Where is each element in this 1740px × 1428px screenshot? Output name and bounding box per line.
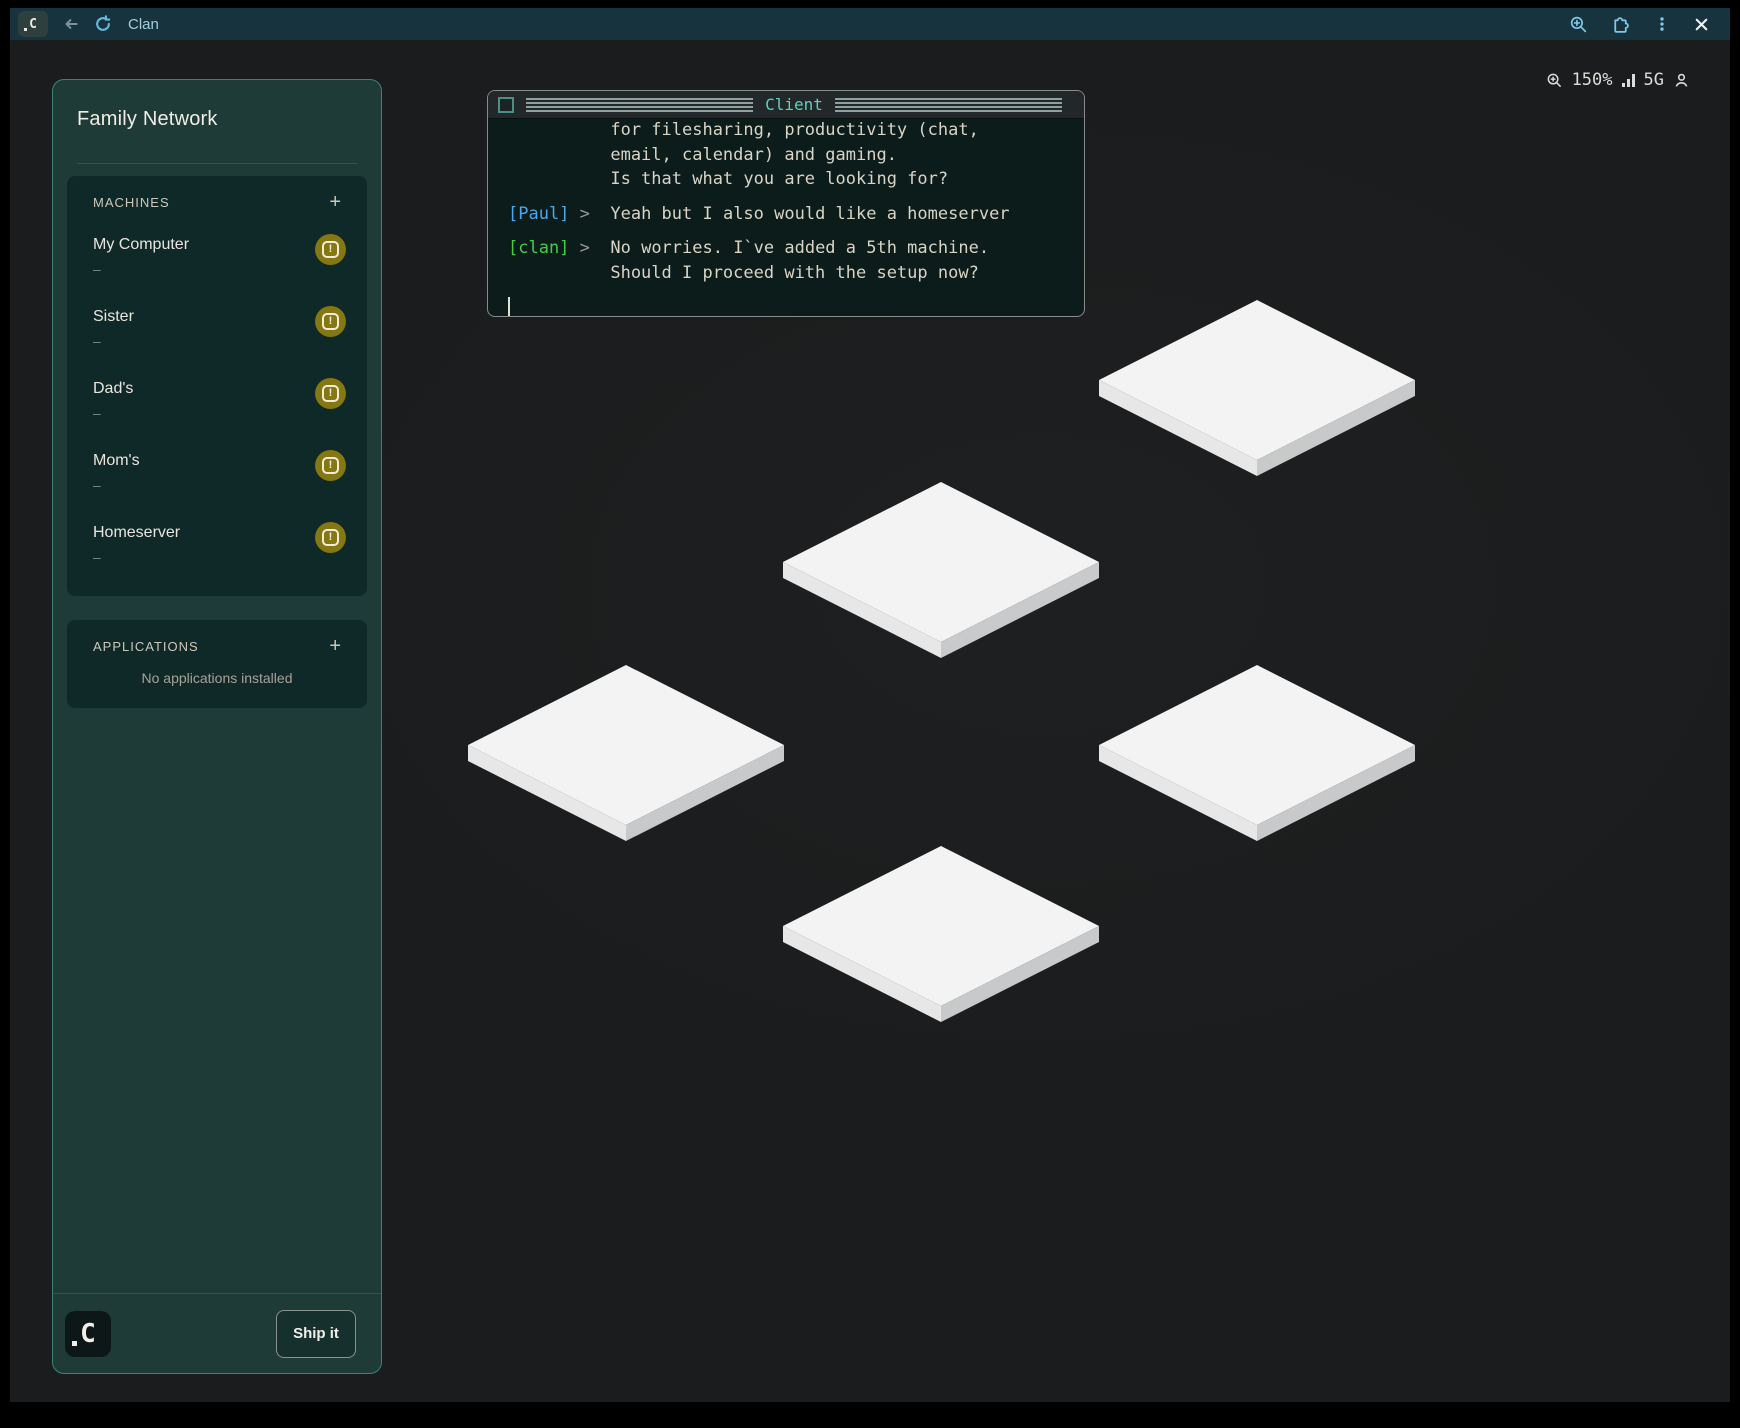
machine-subtext: – <box>93 333 341 349</box>
close-window-icon[interactable] <box>1693 16 1710 33</box>
warning-status-icon: ! <box>315 522 346 553</box>
machine-tile[interactable] <box>783 482 1099 658</box>
applications-empty-text: No applications installed <box>93 670 341 686</box>
warning-status-icon: ! <box>315 378 346 409</box>
sidebar-title: Family Network <box>77 108 357 131</box>
machine-item[interactable]: Dad's–! <box>93 368 341 440</box>
terminal-line: email, calendar) and gaming. <box>508 143 1084 168</box>
applications-panel: APPLICATIONS + No applications installed <box>67 620 367 708</box>
applications-header: APPLICATIONS <box>93 639 199 654</box>
text-cursor <box>508 297 510 316</box>
sidebar-footer: C Ship it <box>53 1293 381 1373</box>
machines-header: MACHINES <box>93 195 170 210</box>
machine-item[interactable]: My Computer–! <box>93 224 341 296</box>
machine-subtext: – <box>93 405 341 421</box>
machine-subtext: – <box>93 477 341 493</box>
machine-name: My Computer <box>93 236 341 254</box>
machine-item[interactable]: Sister–! <box>93 296 341 368</box>
machines-panel: MACHINES + My Computer–!Sister–!Dad's–!M… <box>67 176 367 596</box>
speaker-prefix: [Paul] <box>508 204 569 224</box>
family-network-sidebar: Family Network MACHINES + My Computer–!S… <box>52 79 382 1374</box>
add-application-button[interactable]: + <box>329 638 341 654</box>
titlebar-stripes <box>526 98 753 112</box>
machine-name: Dad's <box>93 380 341 398</box>
terminal-line: [clan] > No worries. I`ve added a 5th ma… <box>508 236 1084 261</box>
status-overlay: 150% 5G <box>1546 70 1690 90</box>
message-text: Should I proceed with the setup now? <box>508 263 979 283</box>
machine-tile[interactable] <box>1099 300 1415 476</box>
machine-tile[interactable] <box>1099 665 1415 841</box>
message-text: email, calendar) and gaming. <box>508 145 897 165</box>
machine-tile[interactable] <box>468 665 784 841</box>
zoom-magnifier-icon <box>1546 72 1563 89</box>
terminal-titlebar[interactable]: Client <box>488 91 1084 119</box>
terminal-close-box[interactable] <box>498 97 514 113</box>
zoom-in-icon[interactable] <box>1569 15 1588 34</box>
person-icon[interactable] <box>1673 72 1690 89</box>
clan-logo-icon: C <box>65 1311 111 1357</box>
message-text: for filesharing, productivity (chat, <box>508 120 979 140</box>
message-text: Is that what you are looking for? <box>508 169 948 189</box>
machine-name: Sister <box>93 308 341 326</box>
machine-name: Homeserver <box>93 524 341 542</box>
back-arrow-icon[interactable] <box>62 15 80 33</box>
machine-name: Mom's <box>93 452 341 470</box>
machine-tile[interactable] <box>783 846 1099 1022</box>
divider <box>77 163 357 164</box>
titlebar-stripes <box>835 98 1062 112</box>
client-terminal-window: Client for filesharing, productivity (ch… <box>487 90 1085 317</box>
extensions-puzzle-icon[interactable] <box>1610 14 1631 35</box>
warning-status-icon: ! <box>315 306 346 337</box>
machine-subtext: – <box>93 261 341 277</box>
terminal-line: [Paul] > Yeah but I also would like a ho… <box>508 202 1084 227</box>
terminal-body[interactable]: for filesharing, productivity (chat, ema… <box>488 119 1084 316</box>
machine-item[interactable]: Mom's–! <box>93 440 341 512</box>
network-label: 5G <box>1644 70 1664 90</box>
refresh-icon[interactable] <box>94 15 112 33</box>
clan-favicon-icon: C <box>18 11 48 37</box>
terminal-line: for filesharing, productivity (chat, <box>508 119 1084 143</box>
terminal-line: Should I proceed with the setup now? <box>508 261 1084 286</box>
sidebar-header: Family Network <box>53 80 381 164</box>
tab-title: Clan <box>128 16 159 33</box>
ship-it-button[interactable]: Ship it <box>276 1310 356 1358</box>
message-text: No worries. I`ve added a 5th machine. <box>610 238 989 258</box>
browser-chrome-bar: C Clan <box>10 8 1730 40</box>
warning-status-icon: ! <box>315 450 346 481</box>
add-machine-button[interactable]: + <box>329 194 341 210</box>
message-text: Yeah but I also would like a homeserver <box>610 204 1009 224</box>
machines-list: My Computer–!Sister–!Dad's–!Mom's–!Homes… <box>93 224 341 584</box>
zoom-level: 150% <box>1572 70 1613 90</box>
machine-subtext: – <box>93 549 341 565</box>
kebab-menu-icon[interactable] <box>1653 15 1671 33</box>
app-canvas: 150% 5G Client for filesharing, producti… <box>10 40 1730 1402</box>
speaker-prefix: [clan] <box>508 238 569 258</box>
terminal-title: Client <box>765 95 823 114</box>
machine-item[interactable]: Homeserver–! <box>93 512 341 584</box>
terminal-line: Is that what you are looking for? <box>508 167 1084 192</box>
signal-bars-icon <box>1622 74 1635 87</box>
warning-status-icon: ! <box>315 234 346 265</box>
terminal-input-line[interactable] <box>508 297 1084 316</box>
